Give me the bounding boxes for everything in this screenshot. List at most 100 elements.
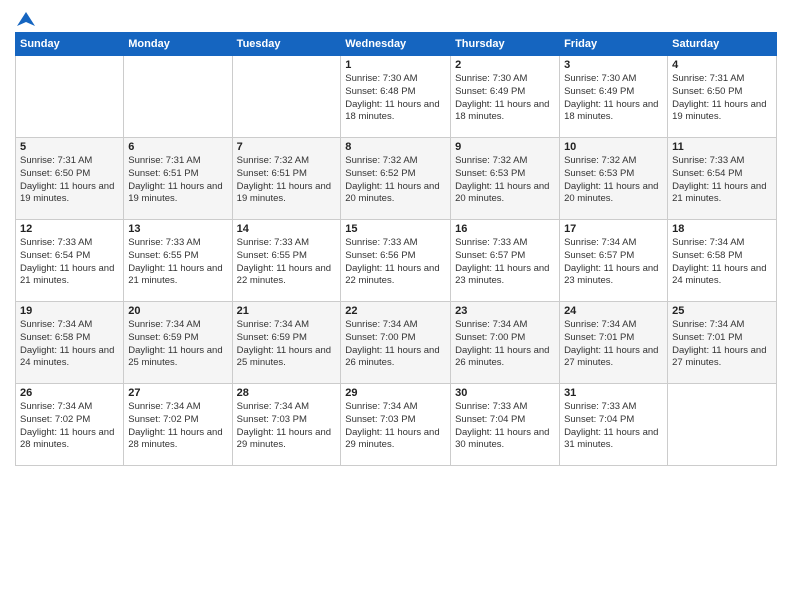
day-info: Sunrise: 7:33 AMSunset: 6:56 PMDaylight:… (345, 237, 446, 288)
day-number: 15 (345, 223, 446, 235)
day-info: Sunrise: 7:34 AMSunset: 7:00 PMDaylight:… (455, 319, 555, 370)
calendar-day-cell (124, 56, 232, 138)
day-number: 9 (455, 141, 555, 153)
day-info: Sunrise: 7:34 AMSunset: 6:58 PMDaylight:… (672, 237, 772, 288)
page: SundayMondayTuesdayWednesdayThursdayFrid… (0, 0, 792, 612)
calendar-day-cell: 26 Sunrise: 7:34 AMSunset: 7:02 PMDayligh… (16, 384, 124, 466)
header (15, 10, 777, 24)
day-info: Sunrise: 7:33 AMSunset: 6:54 PMDaylight:… (20, 237, 119, 288)
calendar-day-cell: 8 Sunrise: 7:32 AMSunset: 6:52 PMDaylight… (341, 138, 451, 220)
day-number: 5 (20, 141, 119, 153)
weekday-header-cell: Monday (124, 33, 232, 56)
calendar-day-cell: 12 Sunrise: 7:33 AMSunset: 6:54 PMDayligh… (16, 220, 124, 302)
calendar-day-cell: 2 Sunrise: 7:30 AMSunset: 6:49 PMDaylight… (451, 56, 560, 138)
calendar-day-cell: 25Sunrise: 7:34 AMSunset: 7:01 PMDayligh… (668, 302, 777, 384)
day-number: 4 (672, 59, 772, 71)
calendar-day-cell: 31Sunrise: 7:33 AMSunset: 7:04 PMDayligh… (560, 384, 668, 466)
day-info: Sunrise: 7:34 AMSunset: 7:00 PMDaylight:… (345, 319, 446, 370)
day-number: 28 (237, 387, 337, 399)
day-info: Sunrise: 7:34 AMSunset: 6:58 PMDaylight:… (20, 319, 119, 370)
calendar-day-cell: 16Sunrise: 7:33 AMSunset: 6:57 PMDayligh… (451, 220, 560, 302)
day-info: Sunrise: 7:34 AMSunset: 6:59 PMDaylight:… (237, 319, 337, 370)
day-number: 20 (128, 305, 227, 317)
day-info: Sunrise: 7:30 AMSunset: 6:48 PMDaylight:… (345, 73, 446, 124)
calendar-day-cell (668, 384, 777, 466)
day-info: Sunrise: 7:33 AMSunset: 6:55 PMDaylight:… (128, 237, 227, 288)
day-number: 24 (564, 305, 663, 317)
calendar-day-cell: 21Sunrise: 7:34 AMSunset: 6:59 PMDayligh… (232, 302, 341, 384)
day-info: Sunrise: 7:31 AMSunset: 6:50 PMDaylight:… (672, 73, 772, 124)
day-info: Sunrise: 7:31 AMSunset: 6:51 PMDaylight:… (128, 155, 227, 206)
calendar-day-cell: 22 Sunrise: 7:34 AMSunset: 7:00 PMDayligh… (341, 302, 451, 384)
calendar-body: 1 Sunrise: 7:30 AMSunset: 6:48 PMDaylight… (16, 56, 777, 466)
calendar-day-cell: 1 Sunrise: 7:30 AMSunset: 6:48 PMDaylight… (341, 56, 451, 138)
calendar-day-cell (232, 56, 341, 138)
calendar-day-cell: 6 Sunrise: 7:31 AMSunset: 6:51 PMDaylight… (124, 138, 232, 220)
day-number: 12 (20, 223, 119, 235)
weekday-header-cell: Wednesday (341, 33, 451, 56)
day-number: 13 (128, 223, 227, 235)
calendar-day-cell: 11 Sunrise: 7:33 AMSunset: 6:54 PMDayligh… (668, 138, 777, 220)
day-info: Sunrise: 7:34 AMSunset: 7:03 PMDaylight:… (345, 401, 446, 452)
calendar-day-cell: 30 Sunrise: 7:33 AMSunset: 7:04 PMDayligh… (451, 384, 560, 466)
day-info: Sunrise: 7:32 AMSunset: 6:53 PMDaylight:… (564, 155, 663, 206)
calendar-day-cell: 20Sunrise: 7:34 AMSunset: 6:59 PMDayligh… (124, 302, 232, 384)
day-number: 10 (564, 141, 663, 153)
weekday-header-cell: Tuesday (232, 33, 341, 56)
logo-bird-icon (17, 10, 35, 28)
calendar-day-cell: 29 Sunrise: 7:34 AMSunset: 7:03 PMDayligh… (341, 384, 451, 466)
logo (15, 10, 35, 24)
calendar-day-cell: 13 Sunrise: 7:33 AMSunset: 6:55 PMDayligh… (124, 220, 232, 302)
day-info: Sunrise: 7:33 AMSunset: 6:54 PMDaylight:… (672, 155, 772, 206)
calendar-day-cell: 4 Sunrise: 7:31 AMSunset: 6:50 PMDaylight… (668, 56, 777, 138)
calendar-day-cell: 23Sunrise: 7:34 AMSunset: 7:00 PMDayligh… (451, 302, 560, 384)
calendar-day-cell: 19 Sunrise: 7:34 AMSunset: 6:58 PMDayligh… (16, 302, 124, 384)
day-info: Sunrise: 7:33 AMSunset: 7:04 PMDaylight:… (455, 401, 555, 452)
calendar-day-cell: 24 Sunrise: 7:34 AMSunset: 7:01 PMDayligh… (560, 302, 668, 384)
day-number: 3 (564, 59, 663, 71)
calendar-day-cell: 27 Sunrise: 7:34 AMSunset: 7:02 PMDayligh… (124, 384, 232, 466)
day-info: Sunrise: 7:34 AMSunset: 6:57 PMDaylight:… (564, 237, 663, 288)
day-number: 19 (20, 305, 119, 317)
day-number: 17 (564, 223, 663, 235)
day-number: 2 (455, 59, 555, 71)
calendar-day-cell: 3 Sunrise: 7:30 AMSunset: 6:49 PMDaylight… (560, 56, 668, 138)
day-info: Sunrise: 7:30 AMSunset: 6:49 PMDaylight:… (564, 73, 663, 124)
day-info: Sunrise: 7:34 AMSunset: 7:02 PMDaylight:… (128, 401, 227, 452)
day-number: 30 (455, 387, 555, 399)
day-number: 26 (20, 387, 119, 399)
day-info: Sunrise: 7:32 AMSunset: 6:53 PMDaylight:… (455, 155, 555, 206)
day-number: 11 (672, 141, 772, 153)
day-number: 8 (345, 141, 446, 153)
day-number: 14 (237, 223, 337, 235)
calendar-week-row: 19 Sunrise: 7:34 AMSunset: 6:58 PMDayligh… (16, 302, 777, 384)
calendar-week-row: 26 Sunrise: 7:34 AMSunset: 7:02 PMDayligh… (16, 384, 777, 466)
day-number: 7 (237, 141, 337, 153)
calendar-table: SundayMondayTuesdayWednesdayThursdayFrid… (15, 32, 777, 466)
day-number: 6 (128, 141, 227, 153)
day-info: Sunrise: 7:30 AMSunset: 6:49 PMDaylight:… (455, 73, 555, 124)
calendar-day-cell: 5 Sunrise: 7:31 AMSunset: 6:50 PMDaylight… (16, 138, 124, 220)
day-number: 31 (564, 387, 663, 399)
day-number: 18 (672, 223, 772, 235)
day-number: 27 (128, 387, 227, 399)
day-info: Sunrise: 7:34 AMSunset: 7:03 PMDaylight:… (237, 401, 337, 452)
day-info: Sunrise: 7:32 AMSunset: 6:52 PMDaylight:… (345, 155, 446, 206)
day-number: 29 (345, 387, 446, 399)
calendar-day-cell: 17 Sunrise: 7:34 AMSunset: 6:57 PMDayligh… (560, 220, 668, 302)
weekday-header-cell: Thursday (451, 33, 560, 56)
day-info: Sunrise: 7:33 AMSunset: 6:57 PMDaylight:… (455, 237, 555, 288)
weekday-header-cell: Sunday (16, 33, 124, 56)
calendar-week-row: 5 Sunrise: 7:31 AMSunset: 6:50 PMDaylight… (16, 138, 777, 220)
day-info: Sunrise: 7:34 AMSunset: 7:02 PMDaylight:… (20, 401, 119, 452)
weekday-header-row: SundayMondayTuesdayWednesdayThursdayFrid… (16, 33, 777, 56)
calendar-day-cell: 18 Sunrise: 7:34 AMSunset: 6:58 PMDayligh… (668, 220, 777, 302)
day-info: Sunrise: 7:31 AMSunset: 6:50 PMDaylight:… (20, 155, 119, 206)
calendar-day-cell (16, 56, 124, 138)
calendar-day-cell: 7Sunrise: 7:32 AMSunset: 6:51 PMDaylight… (232, 138, 341, 220)
calendar-week-row: 12 Sunrise: 7:33 AMSunset: 6:54 PMDayligh… (16, 220, 777, 302)
calendar-week-row: 1 Sunrise: 7:30 AMSunset: 6:48 PMDaylight… (16, 56, 777, 138)
day-number: 1 (345, 59, 446, 71)
day-number: 22 (345, 305, 446, 317)
day-info: Sunrise: 7:34 AMSunset: 7:01 PMDaylight:… (564, 319, 663, 370)
